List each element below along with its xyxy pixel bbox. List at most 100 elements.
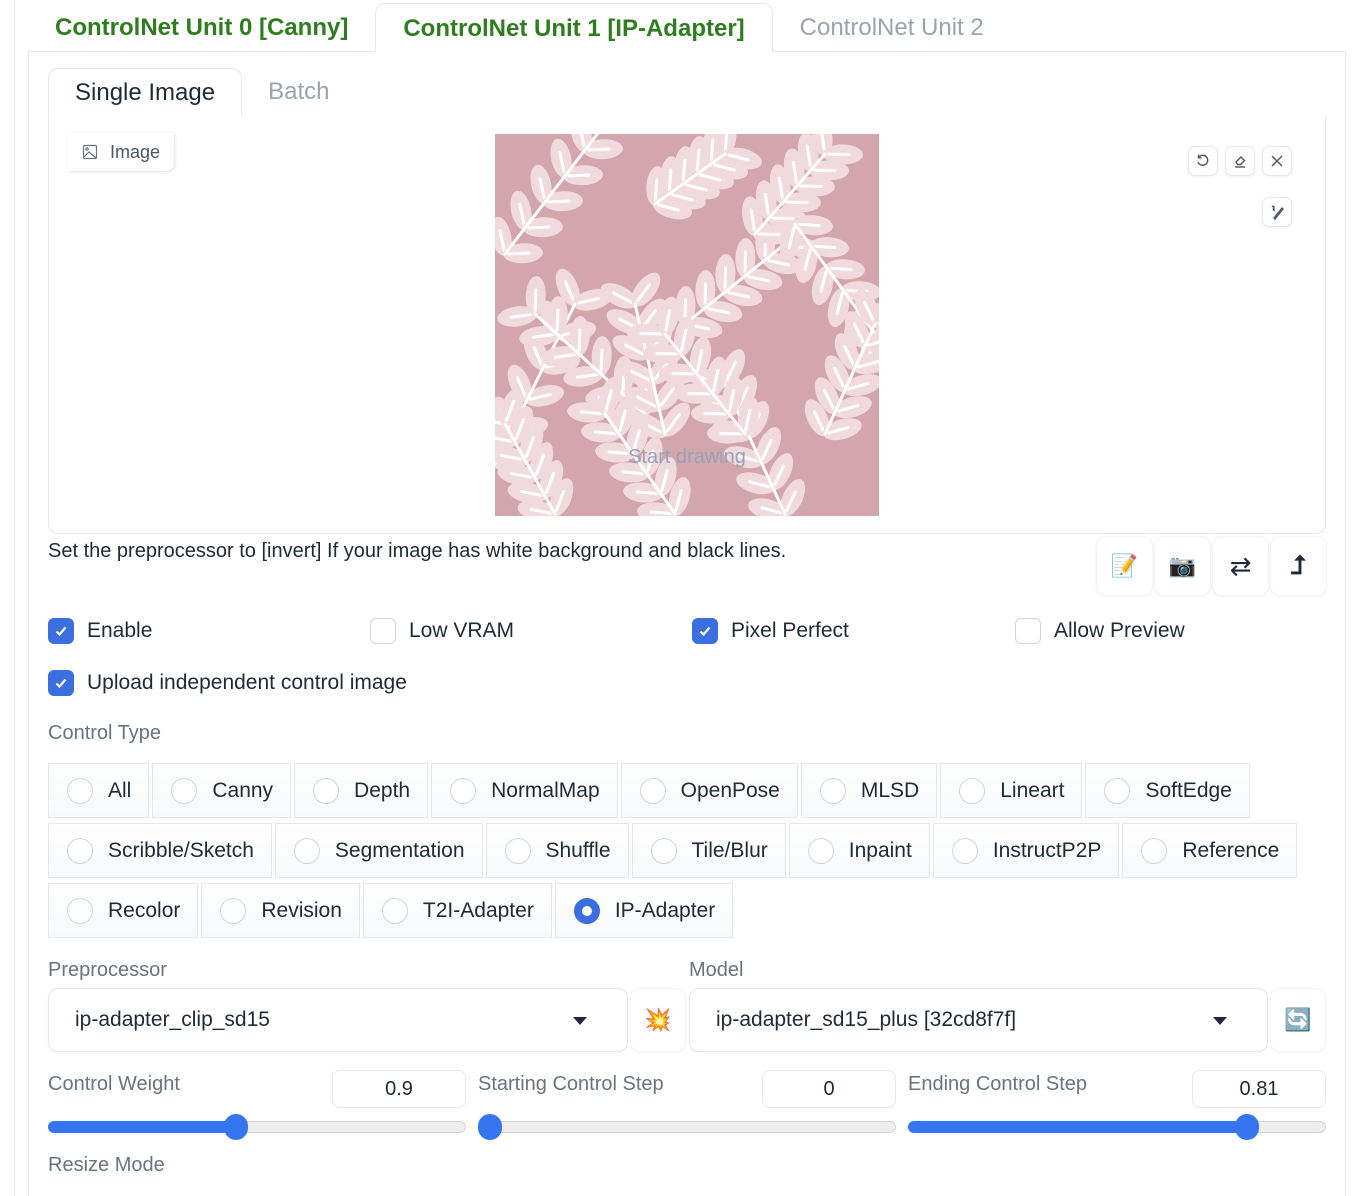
- run-preprocessor-button[interactable]: 💥: [630, 988, 686, 1052]
- ending-step-input[interactable]: 0.81: [1192, 1070, 1326, 1108]
- model-label: Model: [689, 959, 744, 981]
- control-weight-input[interactable]: 0.9: [332, 1070, 466, 1108]
- ending-step-slider[interactable]: [908, 1114, 1326, 1140]
- eraser-button[interactable]: [1225, 146, 1255, 176]
- control-type-row: All Canny Depth NormalMap OpenPose MLSD Linear…: [48, 763, 1250, 818]
- drawing-canvas[interactable]: Start drawing: [495, 134, 879, 516]
- swap-arrows-icon: ⇄: [1229, 550, 1252, 581]
- preprocessor-dropdown[interactable]: ip-adapter_clip_sd15: [48, 988, 628, 1052]
- send-dimensions-button[interactable]: ⮥: [1270, 536, 1327, 596]
- radio-label: MLSD: [860, 778, 920, 802]
- resize-mode-label: Resize Mode: [48, 1154, 165, 1176]
- control-type-option-revision[interactable]: Revision: [201, 883, 360, 938]
- tab-unit-1[interactable]: ControlNet Unit 1 [IP-Adapter]: [375, 3, 773, 52]
- undo-button[interactable]: [1188, 146, 1218, 176]
- control-type-option-scribble-sketch[interactable]: Scribble/Sketch: [48, 823, 272, 878]
- preprocessor-label: Preprocessor: [48, 959, 167, 981]
- radio-button[interactable]: [67, 837, 93, 864]
- control-type-option-lineart[interactable]: Lineart: [940, 763, 1083, 818]
- radio-button[interactable]: [381, 897, 408, 924]
- slider-thumb[interactable]: [224, 1114, 249, 1140]
- control-type-option-ip-adapter[interactable]: IP-Adapter: [554, 883, 734, 938]
- radio-button[interactable]: [450, 777, 477, 804]
- pixel-perfect-checkbox[interactable]: Pixel Perfect: [692, 618, 849, 644]
- eraser-icon: [1235, 156, 1246, 168]
- camera-icon: 📷: [1168, 553, 1197, 578]
- starting-step-input[interactable]: 0: [762, 1070, 896, 1108]
- radio-button[interactable]: [819, 777, 846, 804]
- model-dropdown[interactable]: ip-adapter_sd15_plus [32cd8f7f]: [689, 988, 1268, 1052]
- upload-independent-label: Upload independent control image: [87, 671, 407, 694]
- tab-single-image[interactable]: Single Image: [48, 68, 243, 117]
- preprocessor-hint: Set the preprocessor to [invert] If your…: [48, 540, 787, 562]
- radio-button[interactable]: [67, 777, 93, 804]
- allow-preview-checkbox[interactable]: Allow Preview: [1015, 618, 1185, 644]
- brush-button[interactable]: [1262, 197, 1292, 227]
- control-weight-slider[interactable]: [48, 1114, 466, 1140]
- low-vram-checkbox[interactable]: Low VRAM: [370, 618, 514, 644]
- enable-checkbox[interactable]: Enable: [48, 618, 152, 644]
- checkbox-box[interactable]: [48, 670, 74, 696]
- leaf-branch: [495, 134, 623, 264]
- send-dimensions-icon: ⮥: [1290, 550, 1307, 580]
- control-type-option-tile-blur[interactable]: Tile/Blur: [631, 823, 786, 878]
- control-type-option-canny[interactable]: Canny: [152, 763, 292, 818]
- radio-button[interactable]: [650, 837, 677, 864]
- control-type-option-instructp2p[interactable]: InstructP2P: [932, 823, 1120, 878]
- radio-button[interactable]: [807, 837, 834, 864]
- radio-button[interactable]: [1141, 837, 1168, 864]
- open-new-canvas-button[interactable]: 📝: [1096, 536, 1153, 596]
- webcam-button[interactable]: 📷: [1154, 536, 1211, 596]
- checkbox-box[interactable]: [370, 618, 396, 644]
- checkbox-box[interactable]: [692, 618, 718, 644]
- radio-button[interactable]: [504, 837, 531, 864]
- radio-label: Canny: [212, 778, 274, 802]
- tab-unit-0[interactable]: ControlNet Unit 0 [Canny]: [28, 3, 375, 52]
- image-label: Image: [68, 133, 175, 171]
- control-type-option-segmentation[interactable]: Segmentation: [274, 823, 483, 878]
- slider-track: [478, 1121, 896, 1133]
- checkbox-box[interactable]: [48, 618, 74, 644]
- radio-button[interactable]: [220, 897, 247, 924]
- upload-independent-checkbox[interactable]: Upload independent control image: [48, 670, 407, 696]
- radio-button[interactable]: [959, 777, 986, 804]
- clear-button[interactable]: [1262, 146, 1292, 176]
- radio-label: Segmentation: [334, 838, 465, 862]
- image-action-buttons: 📝 📷 ⇄ ⮥: [1096, 536, 1328, 596]
- control-type-option-shuffle[interactable]: Shuffle: [485, 823, 629, 878]
- control-type-option-openpose[interactable]: OpenPose: [620, 763, 798, 818]
- allow-preview-label: Allow Preview: [1054, 619, 1185, 642]
- radio-label: Lineart: [1000, 778, 1065, 802]
- radio-label: NormalMap: [491, 778, 600, 802]
- control-type-option-reference[interactable]: Reference: [1122, 823, 1298, 878]
- radio-button[interactable]: [67, 897, 93, 924]
- control-type-option-t2i-adapter[interactable]: T2I-Adapter: [362, 883, 552, 938]
- control-type-option-mlsd[interactable]: MLSD: [800, 763, 938, 818]
- radio-button[interactable]: [293, 837, 320, 864]
- starting-step-slider[interactable]: [478, 1114, 896, 1140]
- mirror-webcam-button[interactable]: ⇄: [1212, 536, 1269, 596]
- radio-button[interactable]: [639, 777, 666, 804]
- radio-button[interactable]: [313, 777, 340, 804]
- control-type-option-normalmap[interactable]: NormalMap: [431, 763, 618, 818]
- slider-thumb[interactable]: [478, 1114, 502, 1140]
- radio-button[interactable]: [1104, 777, 1131, 804]
- slider-thumb[interactable]: [1234, 1114, 1259, 1140]
- radio-button[interactable]: [573, 897, 600, 924]
- control-type-option-all[interactable]: All: [48, 763, 150, 818]
- control-type-option-inpaint[interactable]: Inpaint: [788, 823, 930, 878]
- tab-batch[interactable]: Batch: [242, 68, 355, 117]
- model-value: ip-adapter_sd15_plus [32cd8f7f]: [716, 1008, 1017, 1031]
- tab-unit-2[interactable]: ControlNet Unit 2: [773, 3, 1011, 52]
- pixel-perfect-label: Pixel Perfect: [731, 619, 849, 642]
- undo-icon: [1197, 154, 1209, 166]
- checkbox-box[interactable]: [1015, 618, 1041, 644]
- radio-button[interactable]: [171, 777, 198, 804]
- control-type-option-depth[interactable]: Depth: [294, 763, 429, 818]
- image-mode-tabs: Single Image Batch: [48, 68, 1326, 117]
- image-label-text: Image: [110, 141, 161, 162]
- refresh-models-button[interactable]: 🔄: [1270, 988, 1326, 1052]
- radio-button[interactable]: [951, 837, 978, 864]
- control-type-option-recolor[interactable]: Recolor: [48, 883, 199, 938]
- control-type-option-softedge[interactable]: SoftEdge: [1085, 763, 1250, 818]
